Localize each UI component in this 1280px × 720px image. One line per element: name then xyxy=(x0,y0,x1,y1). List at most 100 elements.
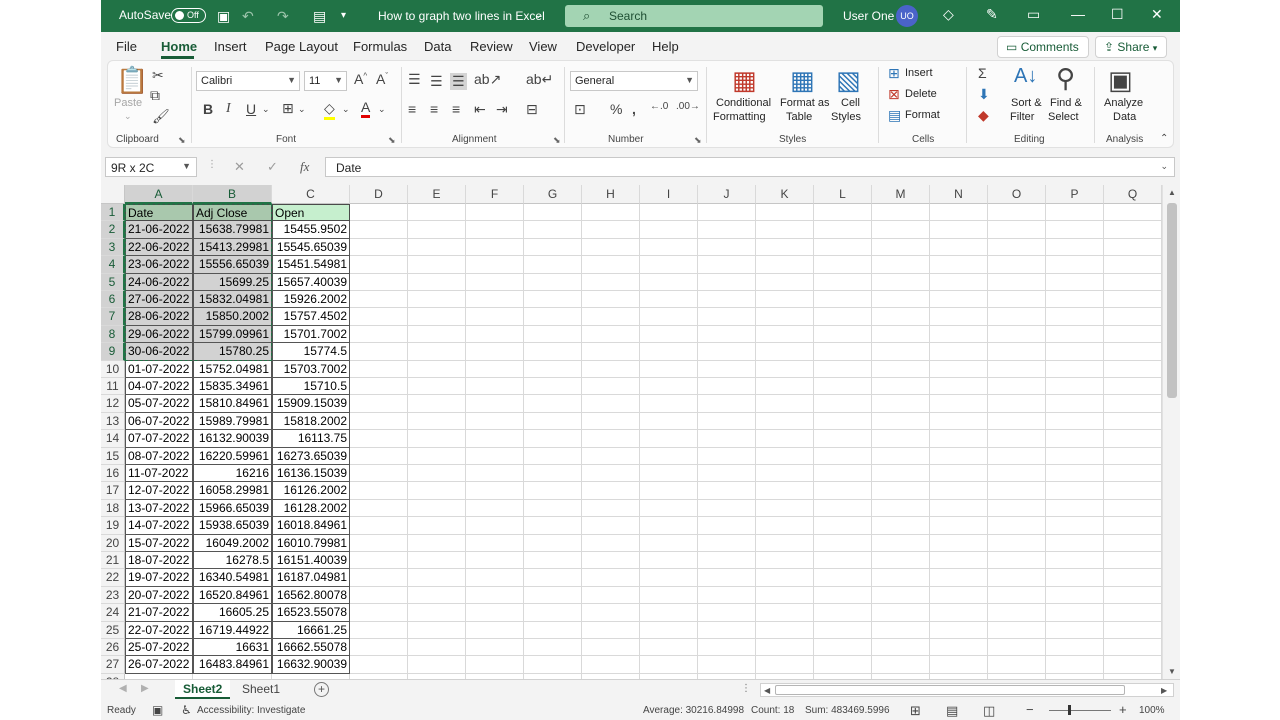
cell-f25[interactable] xyxy=(466,621,524,639)
cell-i21[interactable] xyxy=(640,552,698,570)
cell-c23[interactable]: 16562.80078 xyxy=(272,586,350,605)
cell-b15[interactable]: 16220.59961 xyxy=(193,447,272,465)
cell-b27[interactable]: 16483.84961 xyxy=(193,656,272,674)
cell-g6[interactable] xyxy=(524,291,582,309)
tab-view[interactable]: View xyxy=(529,39,557,54)
column-header-n[interactable]: N xyxy=(930,185,988,204)
column-header-e[interactable]: E xyxy=(408,185,466,204)
cell-a23[interactable]: 20-07-2022 xyxy=(125,586,193,605)
cell-j7[interactable] xyxy=(698,308,756,326)
format-painter-icon[interactable]: 🖌 xyxy=(152,108,170,125)
accessibility-status[interactable]: Accessibility: Investigate xyxy=(197,705,305,716)
cell-o14[interactable] xyxy=(988,430,1046,448)
cell-l18[interactable] xyxy=(814,499,872,518)
cell-i13[interactable] xyxy=(640,412,698,431)
cell-g15[interactable] xyxy=(524,447,582,465)
cell-f27[interactable] xyxy=(466,656,524,674)
cell-l7[interactable] xyxy=(814,308,872,326)
row-header[interactable]: 17 xyxy=(101,482,125,500)
cell-g21[interactable] xyxy=(524,552,582,570)
cell-e19[interactable] xyxy=(408,517,466,535)
column-header-a[interactable]: A xyxy=(125,185,193,204)
font-size-select[interactable]: 11 ▼ xyxy=(304,71,347,91)
cell-g20[interactable] xyxy=(524,534,582,552)
add-sheet-icon[interactable]: + xyxy=(314,682,329,697)
cell-d14[interactable] xyxy=(350,430,408,448)
comments-button[interactable]: ▭ Comments xyxy=(997,36,1089,58)
cell-o5[interactable] xyxy=(988,273,1046,291)
cell-e7[interactable] xyxy=(408,308,466,326)
cell-j20[interactable] xyxy=(698,534,756,552)
row-header[interactable]: 13 xyxy=(101,412,125,431)
cell-p11[interactable] xyxy=(1046,378,1104,396)
cell-q6[interactable] xyxy=(1104,291,1162,309)
cell-p10[interactable] xyxy=(1046,360,1104,378)
cell-d27[interactable] xyxy=(350,656,408,674)
cell-l13[interactable] xyxy=(814,412,872,431)
cell-d26[interactable] xyxy=(350,639,408,657)
cell-n1[interactable] xyxy=(930,204,988,222)
cell-j2[interactable] xyxy=(698,221,756,239)
cell-g13[interactable] xyxy=(524,412,582,431)
cell-l20[interactable] xyxy=(814,534,872,552)
cell-q5[interactable] xyxy=(1104,273,1162,291)
cell-d1[interactable] xyxy=(350,204,408,222)
cell-f19[interactable] xyxy=(466,517,524,535)
cell-h25[interactable] xyxy=(582,621,640,639)
conditional-formatting-label-2[interactable]: Formatting xyxy=(713,111,766,123)
cell-q4[interactable] xyxy=(1104,256,1162,274)
cell-c5[interactable]: 15657.40039 xyxy=(272,273,350,291)
cell-e13[interactable] xyxy=(408,412,466,431)
font-launcher-icon[interactable]: ⬊ xyxy=(388,135,396,146)
tab-review[interactable]: Review xyxy=(470,39,513,54)
merge-center-icon[interactable]: ⊟ xyxy=(526,101,538,118)
row-header[interactable]: 10 xyxy=(101,360,125,378)
cell-b10[interactable]: 15752.04981 xyxy=(193,360,272,378)
cell-h8[interactable] xyxy=(582,325,640,344)
row-header[interactable]: 18 xyxy=(101,499,125,518)
cell-a4[interactable]: 23-06-2022 xyxy=(125,256,193,274)
fill-color-icon[interactable]: ◇ xyxy=(324,100,335,120)
cell-c19[interactable]: 16018.84961 xyxy=(272,517,350,535)
cell-e17[interactable] xyxy=(408,482,466,500)
cell-p2[interactable] xyxy=(1046,221,1104,239)
cell-i17[interactable] xyxy=(640,482,698,500)
column-header-m[interactable]: M xyxy=(872,185,930,204)
row-header[interactable]: 12 xyxy=(101,395,125,413)
cell-k17[interactable] xyxy=(756,482,814,500)
cell-h13[interactable] xyxy=(582,412,640,431)
cell-o11[interactable] xyxy=(988,378,1046,396)
cell-c3[interactable]: 15545.65039 xyxy=(272,238,350,257)
form-icon[interactable]: ▤ xyxy=(313,8,326,25)
cell-b21[interactable]: 16278.5 xyxy=(193,552,272,570)
cell-l16[interactable] xyxy=(814,465,872,483)
cell-i9[interactable] xyxy=(640,343,698,361)
cell-j4[interactable] xyxy=(698,256,756,274)
cell-k7[interactable] xyxy=(756,308,814,326)
autosave-toggle[interactable]: Off xyxy=(171,8,206,23)
cell-e25[interactable] xyxy=(408,621,466,639)
cell-k2[interactable] xyxy=(756,221,814,239)
cell-f22[interactable] xyxy=(466,569,524,587)
row-header[interactable]: 1 xyxy=(101,204,125,222)
cell-q7[interactable] xyxy=(1104,308,1162,326)
cell-j16[interactable] xyxy=(698,465,756,483)
cell-p20[interactable] xyxy=(1046,534,1104,552)
vertical-scroll-thumb[interactable] xyxy=(1167,203,1177,398)
tab-insert[interactable]: Insert xyxy=(214,39,247,54)
conditional-formatting-label[interactable]: Conditional xyxy=(716,97,771,109)
cell-k8[interactable] xyxy=(756,325,814,344)
cell-e4[interactable] xyxy=(408,256,466,274)
cell-g14[interactable] xyxy=(524,430,582,448)
name-box[interactable]: 9R x 2C ▼ xyxy=(105,157,197,177)
cell-q20[interactable] xyxy=(1104,534,1162,552)
cell-o16[interactable] xyxy=(988,465,1046,483)
cell-n6[interactable] xyxy=(930,291,988,309)
delete-cells-icon[interactable]: ⊠ xyxy=(888,86,900,103)
cell-p23[interactable] xyxy=(1046,586,1104,605)
cell-h10[interactable] xyxy=(582,360,640,378)
cell-p6[interactable] xyxy=(1046,291,1104,309)
cell-c6[interactable]: 15926.2002 xyxy=(272,291,350,309)
normal-view-icon[interactable]: ⊞ xyxy=(910,703,921,719)
cell-o3[interactable] xyxy=(988,238,1046,257)
